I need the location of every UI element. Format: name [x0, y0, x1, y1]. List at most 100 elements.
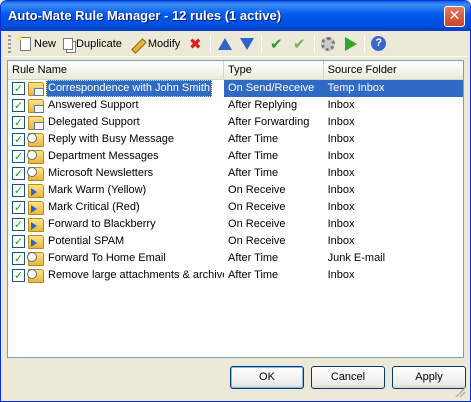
- help-button[interactable]: ?: [368, 33, 389, 55]
- rule-name-cell: ✓ Remove large attachments & archive: [8, 267, 224, 284]
- rule-name: Answered Support: [48, 99, 139, 111]
- rule-name-cell: ✓ Answered Support: [8, 97, 224, 114]
- rule-enabled-checkbox[interactable]: ✓: [12, 201, 25, 214]
- disable-rule-button[interactable]: ✔: [288, 33, 310, 55]
- rule-name: Delegated Support: [48, 116, 140, 128]
- rules-list[interactable]: Rule Name Type Source Folder ✓ Correspond…: [7, 60, 464, 358]
- help-icon: ?: [371, 36, 387, 51]
- rule-enabled-checkbox[interactable]: ✓: [12, 235, 25, 248]
- rule-type-cell: After Time: [228, 133, 279, 145]
- toolbar-separator: [210, 34, 212, 53]
- close-button[interactable]: ✕: [444, 6, 465, 27]
- move-up-icon: [218, 37, 233, 50]
- table-row[interactable]: ✓ Correspondence with John Smith On Send/R…: [8, 80, 463, 97]
- table-row[interactable]: ✓ Potential SPAM On Receive Inbox: [8, 233, 463, 250]
- move-down-icon: [240, 37, 255, 50]
- list-header: Rule Name Type Source Folder: [8, 61, 463, 80]
- toolbar-grip-handle[interactable]: [8, 34, 11, 53]
- folder-arrow-icon: [28, 183, 44, 198]
- duplicate-icon: [63, 37, 74, 50]
- source-folder-cell: Inbox: [327, 150, 355, 162]
- column-header-source-folder[interactable]: Source Folder: [324, 61, 463, 79]
- rule-type-cell: On Receive: [228, 184, 286, 196]
- rule-name: Department Messages: [48, 150, 159, 162]
- rule-name: Remove large attachments & archive: [48, 269, 225, 281]
- rule-enabled-checkbox[interactable]: ✓: [12, 150, 25, 163]
- toolbar-separator: [364, 34, 366, 53]
- move-up-button[interactable]: [214, 33, 235, 55]
- rule-name-cell: ✓ Mark Warm (Yellow): [8, 182, 224, 199]
- modify-button[interactable]: Modify: [126, 33, 183, 55]
- table-row[interactable]: ✓ Answered Support After Replying Inbox: [8, 97, 463, 114]
- rule-name-cell: ✓ Forward to Blackberry: [8, 216, 224, 233]
- rule-enabled-checkbox[interactable]: ✓: [12, 167, 25, 180]
- resize-grip-handle[interactable]: [455, 387, 465, 397]
- table-row[interactable]: ✓ Mark Critical (Red) On Receive Inbox: [8, 199, 463, 216]
- folder-arrow-icon: [28, 234, 44, 249]
- source-folder-cell: Inbox: [327, 116, 355, 128]
- table-row[interactable]: ✓ Mark Warm (Yellow) On Receive Inbox: [8, 182, 463, 199]
- rule-name-cell: ✓ Reply with Busy Message: [8, 131, 224, 148]
- folder-clock-icon: [27, 251, 44, 266]
- table-row[interactable]: ✓ Microsoft Newsletters After Time Inbox: [8, 165, 463, 182]
- rule-name-cell: ✓ Delegated Support: [8, 114, 224, 131]
- rule-enabled-checkbox[interactable]: ✓: [12, 269, 25, 282]
- rule-name: Reply with Busy Message: [48, 133, 174, 145]
- folder-env-icon: [28, 81, 44, 96]
- settings-icon: [321, 36, 336, 51]
- rule-enabled-checkbox[interactable]: ✓: [12, 133, 25, 146]
- column-header-rule-name[interactable]: Rule Name: [8, 61, 225, 79]
- duplicate-button[interactable]: Duplicate: [60, 33, 125, 55]
- ok-button[interactable]: OK: [230, 366, 304, 389]
- table-row[interactable]: ✓ Reply with Busy Message After Time Inbox: [8, 131, 463, 148]
- column-header-type[interactable]: Type: [224, 61, 324, 79]
- rule-enabled-checkbox[interactable]: ✓: [12, 82, 25, 95]
- disable-icon: ✔: [292, 34, 306, 53]
- table-row[interactable]: ✓ Forward to Blackberry On Receive Inbox: [8, 216, 463, 233]
- rule-enabled-checkbox[interactable]: ✓: [12, 252, 25, 265]
- rule-name: Mark Warm (Yellow): [48, 184, 147, 196]
- apply-button[interactable]: Apply: [392, 366, 466, 389]
- rule-type-cell: After Time: [228, 167, 279, 179]
- rule-type-cell: On Receive: [228, 235, 286, 247]
- table-row[interactable]: ✓ Delegated Support After Forwarding Inbox: [8, 114, 463, 131]
- delete-button[interactable]: ✖: [184, 33, 206, 55]
- run-button[interactable]: [339, 33, 360, 55]
- table-row[interactable]: ✓ Remove large attachments & archive After…: [8, 267, 463, 284]
- modify-icon: [129, 36, 145, 52]
- source-folder-cell: Inbox: [327, 218, 355, 230]
- enable-icon: ✔: [269, 34, 283, 53]
- rule-name-cell: ✓ Potential SPAM: [8, 233, 224, 250]
- duplicate-button-label: Duplicate: [76, 37, 122, 50]
- source-folder-cell: Inbox: [327, 235, 355, 247]
- table-row[interactable]: ✓ Department Messages After Time Inbox: [8, 148, 463, 165]
- source-folder-cell: Inbox: [327, 99, 355, 111]
- toolbar-separator: [314, 34, 316, 53]
- table-row[interactable]: ✓ Forward To Home Email After Time Junk E-m…: [8, 250, 463, 267]
- rule-name: Microsoft Newsletters: [48, 167, 154, 179]
- close-icon: ✕: [448, 8, 461, 24]
- cancel-button[interactable]: Cancel: [311, 366, 385, 389]
- rule-type-cell: After Time: [228, 269, 279, 281]
- rule-enabled-checkbox[interactable]: ✓: [12, 218, 25, 231]
- folder-arrow-icon: [28, 200, 44, 215]
- rule-enabled-checkbox[interactable]: ✓: [12, 116, 25, 129]
- rule-manager-window: Auto-Mate Rule Manager - 12 rules (1 act…: [0, 0, 471, 402]
- settings-button[interactable]: [318, 33, 338, 55]
- new-button[interactable]: New: [15, 33, 59, 55]
- rule-type-cell: On Receive: [228, 201, 286, 213]
- folder-clock-icon: [27, 149, 44, 164]
- rule-name-cell: ✓ Department Messages: [8, 148, 224, 165]
- move-down-button[interactable]: [236, 33, 257, 55]
- source-folder-cell: Inbox: [327, 269, 355, 281]
- rule-enabled-checkbox[interactable]: ✓: [12, 184, 25, 197]
- source-folder-cell: Junk E-mail: [327, 252, 386, 264]
- title-bar[interactable]: Auto-Mate Rule Manager - 12 rules (1 act…: [1, 1, 470, 31]
- dialog-client: New Duplicate Modify ✖ ✔ ✔ ? Rule Name T…: [4, 31, 467, 399]
- rule-name: Forward to Blackberry: [48, 218, 156, 230]
- enable-rule-button[interactable]: ✔: [265, 33, 287, 55]
- source-folder-cell: Inbox: [327, 201, 355, 213]
- rule-name: Potential SPAM: [48, 235, 125, 247]
- rule-enabled-checkbox[interactable]: ✓: [12, 99, 25, 112]
- source-folder-cell: Inbox: [327, 133, 355, 145]
